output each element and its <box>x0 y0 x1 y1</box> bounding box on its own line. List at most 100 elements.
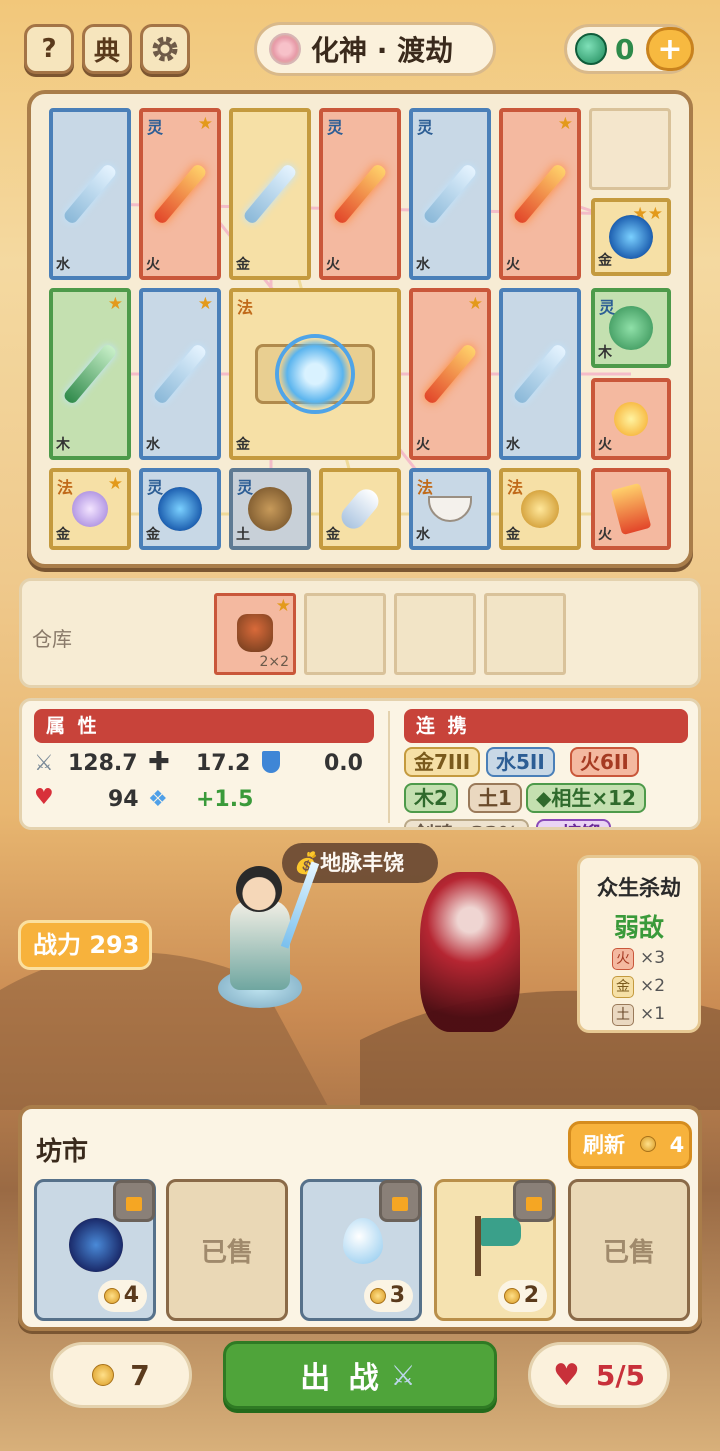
element-label: 火 <box>598 437 612 453</box>
help-button[interactable]: ? <box>24 24 74 74</box>
storage-label: 仓库 <box>32 627 72 651</box>
plus-icon: ✚ <box>148 747 170 777</box>
realm-title-pill: 化神 · 渡劫 <box>254 22 496 76</box>
sword-icon <box>512 342 568 406</box>
synergy-chip-water[interactable]: 水5II <box>486 747 555 777</box>
element-label: 金 <box>236 437 250 453</box>
add-jade-button[interactable]: + <box>646 27 694 71</box>
vortex-orb-icon <box>609 215 653 259</box>
synergy-chip-earth[interactable]: 土1 <box>468 783 522 813</box>
board-slot-spirit-tree[interactable]: 灵 木 <box>591 288 671 368</box>
board-slot-flame-lotus[interactable]: 火 <box>591 378 671 460</box>
sword-icon <box>62 162 118 226</box>
gear-icon <box>152 36 178 62</box>
refresh-button[interactable]: 刷新 4 <box>568 1121 692 1169</box>
enemy-rank: 弱敌 <box>613 913 664 942</box>
lock-icon[interactable] <box>379 1180 421 1222</box>
board-slot-pearl-charm[interactable]: 法 ★ 金 <box>49 468 131 550</box>
synergy-header: 连 携 <box>404 709 688 743</box>
board-slot-fire-sword[interactable]: ★ 火 <box>499 108 581 280</box>
codex-label: 典 <box>93 36 120 67</box>
shop-item-banner[interactable]: 2 <box>434 1179 556 1321</box>
settings-button[interactable] <box>140 24 190 74</box>
price-value: 3 <box>389 1283 405 1308</box>
element-label: 木 <box>56 437 70 453</box>
attributes-header: 属 性 <box>34 709 374 743</box>
synergy-chip-gold[interactable]: 金7III <box>404 747 481 777</box>
board-slot-vortex-orb[interactable]: 灵 金 <box>139 468 221 550</box>
board-slot-sword[interactable]: 水 <box>499 288 581 460</box>
vortex-orb-icon <box>158 487 202 531</box>
element-label: 火 <box>598 527 612 543</box>
shop-title: 坊市 <box>36 1137 89 1167</box>
board-slot-sword[interactable]: ★ 水 <box>139 288 221 460</box>
gold-counter: 7 <box>50 1342 192 1408</box>
synergy-chip-forge[interactable]: ◆熔锻 <box>536 819 612 827</box>
board-slot-fire-sword[interactable]: 灵 ★ 火 <box>139 108 221 280</box>
price-value: 4 <box>123 1283 139 1308</box>
codex-button[interactable]: 典 <box>82 24 132 74</box>
board-slot-gold-orb[interactable]: 法 金 <box>499 468 581 550</box>
storage-panel: 仓库 ★ 2×2 <box>19 578 701 688</box>
heart-icon: ♥ <box>552 1357 580 1393</box>
board-slot-sword[interactable]: 水 <box>49 108 131 280</box>
board-slot-sword-formation-scroll[interactable]: 法 金 <box>229 288 401 460</box>
board-slot-sword[interactable]: 灵 水 <box>409 108 491 280</box>
board-slot-fire-sword[interactable]: ★ 火 <box>409 288 491 460</box>
element-label: 火 <box>506 257 520 273</box>
enemy-character <box>410 852 530 1052</box>
fire-weak-icon: 火 <box>612 948 634 970</box>
fight-button[interactable]: 出 战 ⚔ <box>223 1341 497 1409</box>
board-slot-talisman[interactable]: 灵 土 <box>229 468 311 550</box>
synergy-chip-sword-resonance[interactable]: 剑鸣+32% <box>404 819 529 827</box>
gold-value: 7 <box>130 1358 150 1392</box>
shop-item-water-drop[interactable]: 3 <box>300 1179 422 1321</box>
storage-slot-empty[interactable] <box>484 593 566 675</box>
coin-icon <box>640 1136 657 1152</box>
element-label: 金 <box>326 527 340 543</box>
sword-icon <box>242 162 298 226</box>
storage-slot-empty[interactable] <box>304 593 386 675</box>
element-label: 木 <box>598 345 612 361</box>
synergy-chip-fire[interactable]: 火6II <box>570 747 639 777</box>
board-slot-jade-sword[interactable]: ★ 木 <box>49 288 131 460</box>
item-price: 4 <box>97 1280 147 1312</box>
heart-icon: ♥ <box>34 785 54 810</box>
pearl-icon <box>72 491 108 527</box>
fight-label: 出 战 <box>300 1361 383 1396</box>
storage-slot-cauldron[interactable]: ★ 2×2 <box>214 593 296 675</box>
player-character <box>190 860 324 1040</box>
art-tag: 法 <box>237 298 254 317</box>
divider <box>388 711 390 823</box>
board-slot-pill[interactable]: 金 <box>319 468 401 550</box>
gold-weak-icon: 金 <box>612 976 634 998</box>
fire-sword-icon <box>332 162 388 226</box>
board-slot-vortex-orb[interactable]: ★★ 金 <box>591 198 671 276</box>
lock-icon[interactable] <box>513 1180 555 1222</box>
shop-item-dragon-orb[interactable]: 4 <box>34 1179 156 1321</box>
storage-slot-empty[interactable] <box>394 593 476 675</box>
board-slot-sword[interactable]: 金 <box>229 108 311 280</box>
enemy-info-card[interactable]: 众生杀劫 弱敌 火 ×3 金 ×2 土 ×1 <box>577 855 701 1033</box>
board-slot-fire-scroll[interactable]: 火 <box>591 468 671 550</box>
item-price: 2 <box>497 1280 547 1312</box>
coin-icon <box>503 1288 520 1304</box>
event-label: 地脉丰饶 <box>320 851 405 875</box>
flag-icon <box>481 1218 521 1246</box>
fire-count: ×3 <box>640 948 666 968</box>
item-count: 2×2 <box>259 654 289 670</box>
board-slot-rice-bowl[interactable]: 法 水 <box>409 468 491 550</box>
board-slot-empty[interactable] <box>589 108 671 190</box>
jade-currency: 0 + <box>564 24 694 74</box>
element-label: 金 <box>56 527 70 543</box>
synergy-chip-wood[interactable]: 木2 <box>404 783 458 813</box>
defense-value: 0.0 <box>324 751 363 776</box>
lock-icon[interactable] <box>113 1180 155 1222</box>
jade-sword-icon <box>62 342 118 406</box>
board-slot-fire-sword[interactable]: 灵 火 <box>319 108 401 280</box>
shop-item-sold: 已售 <box>166 1179 288 1321</box>
spirit-tag: 灵 <box>147 118 164 137</box>
sold-label: 已售 <box>200 1237 253 1268</box>
synergy-chip-mutual[interactable]: ◆相生×12 <box>526 783 646 813</box>
spirit-tag: 灵 <box>147 478 164 497</box>
